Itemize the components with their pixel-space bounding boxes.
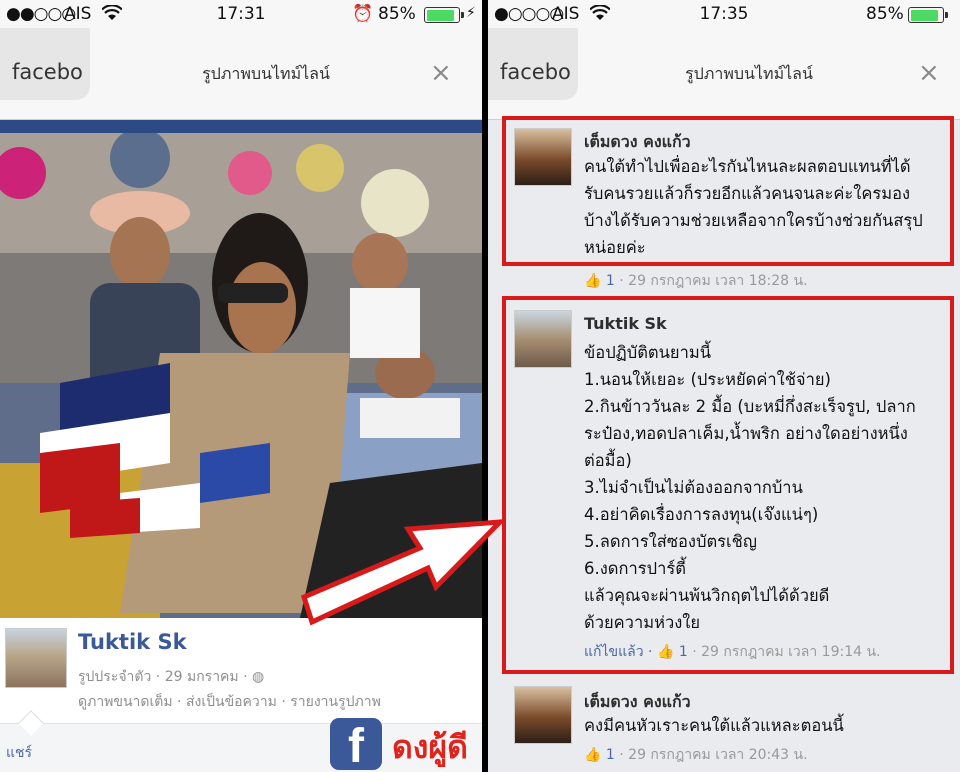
protest-photo[interactable] [0,133,482,618]
globe-icon: ◍ [252,669,265,685]
battery-percent: 85% [866,4,904,24]
facebook-logo-icon: f [330,718,382,770]
highlight-box-1 [502,116,954,266]
comment-item: เต็มดวง คงแก้ว คงมีคนหัวเราะคนใต้แล้วแหล… [488,680,960,772]
like-count[interactable]: 1 [606,747,615,763]
close-icon[interactable]: × [430,58,452,88]
post-meta-text: รูปประจำตัว · 29 มกราคม · [78,669,248,685]
status-bar: ●●○○○ AIS 17:31 ⏰ 85% ⚡ [0,0,482,28]
charging-icon: ⚡ [466,5,476,21]
photo-header-bar [0,120,482,133]
like-icon[interactable]: 👍 [584,747,601,763]
highlight-box-2 [502,296,954,674]
comment-text: คงมีคนหัวเราะคนใต้แล้วแหละตอนนี้ [584,712,944,739]
battery-icon [908,7,948,23]
close-icon[interactable]: × [918,58,940,88]
comment-meta: 👍 1 · 29 กรกฎาคม เวลา 18:28 น. [584,270,808,292]
page-title: รูปภาพบนไทม์ไลน์ [685,64,813,83]
brand-watermark: ดงผู้ดี [392,728,468,766]
poster-name[interactable]: Tuktik Sk [78,630,187,654]
comment-line: คงมีคนหัวเราะคนใต้แล้วแหละตอนนี้ [584,716,844,735]
photo-actions[interactable]: ดูภาพขนาดเต็ม · ส่งเป็นข้อความ · รายงานร… [78,691,381,713]
alarm-icon: ⏰ [352,4,374,24]
post-meta: รูปประจำตัว · 29 มกราคม · ◍ [78,666,264,688]
share-link[interactable]: แชร์ [6,742,32,764]
photo-info-panel: Tuktik Sk รูปประจำตัว · 29 มกราคม · ◍ ดู… [0,618,482,772]
like-count[interactable]: 1 [606,273,615,289]
comment-meta: 👍 1 · 29 กรกฎาคม เวลา 20:43 น. [584,744,808,766]
page-title: รูปภาพบนไทม์ไลน์ [202,64,330,83]
avatar[interactable] [514,686,572,744]
battery-icon [424,7,464,23]
avatar[interactable] [5,628,67,688]
battery-percent: 85% [378,4,416,24]
nav-bar: facebo รูปภาพบนไทม์ไลน์ × [0,28,482,120]
like-icon[interactable]: 👍 [584,273,601,289]
right-screenshot: ●○○○○ AIS 17:35 85% facebo รูปภาพบนไทม์ไ… [488,0,960,772]
left-screenshot: ●●○○○ AIS 17:31 ⏰ 85% ⚡ facebo รูปภาพบนไ… [0,0,482,772]
nav-bar: facebo รูปภาพบนไทม์ไลน์ × [488,28,960,120]
comment-time: · 29 กรกฎาคม เวลา 20:43 น. [619,747,808,763]
status-bar: ●○○○○ AIS 17:35 85% [488,0,960,28]
comment-time: · 29 กรกฎาคม เวลา 18:28 น. [619,273,808,289]
